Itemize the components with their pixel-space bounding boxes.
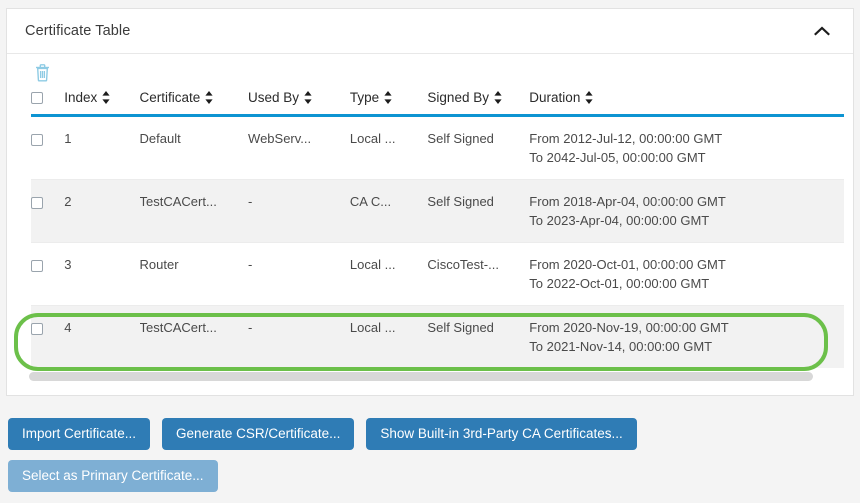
row-select-checkbox[interactable] (31, 196, 43, 209)
column-header-signed-by[interactable]: Signed By (427, 86, 529, 116)
certificate-table: Index Certificate Used By Type Signed By… (31, 86, 844, 368)
cell-used-by: - (248, 320, 253, 335)
table-row[interactable]: 3 Router - Local ... CiscoTest-... From … (31, 243, 844, 306)
sort-arrows-icon (102, 91, 110, 104)
cell-index: 3 (64, 257, 72, 272)
sort-arrows-icon (585, 91, 593, 104)
generate-csr-certificate-button[interactable]: Generate CSR/Certificate... (162, 418, 355, 450)
certificate-table-card: Certificate Table Index Certificate Used… (6, 8, 854, 396)
sort-arrows-icon (304, 91, 312, 104)
row-select-cell (31, 116, 64, 180)
table-row[interactable]: 2 TestCACert... - CA C... Self Signed Fr… (31, 179, 844, 243)
cell-type: Local ... (349, 131, 396, 146)
table-scroll-area: Index Certificate Used By Type Signed By… (7, 86, 844, 368)
cell-index: 1 (64, 131, 72, 146)
duration-from: From 2018-Apr-04, 00:00:00 GMT (529, 194, 726, 209)
duration-to: To 2023-Apr-04, 00:00:00 GMT (529, 213, 710, 228)
action-button-row-primary: Import Certificate... Generate CSR/Certi… (8, 418, 637, 450)
import-certificate-button[interactable]: Import Certificate... (8, 418, 151, 450)
column-header-certificate-label: Certificate (139, 90, 201, 105)
select-all-checkbox[interactable] (31, 92, 43, 105)
duration-from: From 2020-Oct-01, 00:00:00 GMT (529, 257, 726, 272)
page-title: Certificate Table (25, 23, 131, 39)
cell-certificate: TestCACert... (139, 194, 217, 209)
cell-duration: From 2020-Nov-19, 00:00:00 GMT To 2021-N… (529, 306, 844, 369)
page-root: Certificate Table Index Certificate Used… (0, 0, 860, 503)
row-select-cell (31, 180, 64, 243)
cell-duration: From 2020-Oct-01, 00:00:00 GMT To 2022-O… (529, 243, 844, 306)
horizontal-scrollbar-thumb[interactable] (29, 372, 813, 381)
duration-from: From 2020-Nov-19, 00:00:00 GMT (529, 320, 729, 335)
column-header-certificate[interactable]: Certificate (140, 86, 249, 116)
chevron-up-icon[interactable] (809, 18, 835, 44)
row-select-checkbox[interactable] (31, 133, 43, 146)
column-header-duration-label: Duration (529, 90, 581, 105)
card-bottom-padding (7, 381, 853, 395)
duration-to: To 2021-Nov-14, 00:00:00 GMT (529, 339, 713, 354)
cell-signed-by: Self Signed (427, 320, 494, 335)
cell-duration: From 2012-Jul-12, 00:00:00 GMT To 2042-J… (529, 116, 844, 180)
row-select-checkbox[interactable] (31, 322, 43, 335)
column-header-signed-by-label: Signed By (427, 90, 489, 105)
cell-index: 2 (64, 194, 72, 209)
cell-used-by: WebServ... (248, 131, 312, 146)
row-select-cell (31, 306, 64, 369)
column-header-used-by[interactable]: Used By (248, 86, 350, 116)
cell-certificate: Router (139, 257, 179, 272)
column-header-type[interactable]: Type (350, 86, 428, 116)
duration-to: To 2022-Oct-01, 00:00:00 GMT (529, 276, 710, 291)
duration-from: From 2012-Jul-12, 00:00:00 GMT (529, 131, 723, 146)
column-header-type-label: Type (349, 90, 380, 105)
cell-index: 4 (64, 320, 72, 335)
horizontal-scrollbar[interactable] (29, 372, 843, 381)
column-header-index[interactable]: Index (64, 86, 139, 116)
cell-used-by: - (248, 257, 253, 272)
action-button-row-secondary: Select as Primary Certificate... (8, 460, 218, 492)
table-toolbar (7, 54, 853, 86)
sort-arrows-icon (384, 91, 392, 104)
cell-certificate: Default (139, 131, 181, 146)
row-select-checkbox[interactable] (31, 259, 43, 272)
table-header-row: Index Certificate Used By Type Signed By… (31, 86, 844, 116)
cell-certificate: TestCACert... (139, 320, 217, 335)
column-header-used-by-label: Used By (248, 90, 300, 105)
select-all-header (31, 86, 64, 116)
row-select-cell (31, 243, 64, 306)
card-header: Certificate Table (7, 9, 853, 54)
cell-type: Local ... (349, 320, 396, 335)
table-row[interactable]: 1 Default WebServ... Local ... Self Sign… (31, 116, 844, 180)
table-row[interactable]: 4 TestCACert... - Local ... Self Signed … (31, 305, 844, 369)
show-builtin-ca-certificates-button[interactable]: Show Built-in 3rd-Party CA Certificates.… (366, 418, 637, 450)
cell-type: Local ... (349, 257, 396, 272)
table-body: 1 Default WebServ... Local ... Self Sign… (31, 116, 844, 369)
cell-signed-by: Self Signed (427, 194, 494, 209)
cell-signed-by: CiscoTest-... (427, 257, 499, 272)
cell-type: CA C... (349, 194, 392, 209)
trash-icon[interactable] (31, 60, 53, 84)
column-header-index-label: Index (64, 90, 98, 105)
duration-to: To 2042-Jul-05, 00:00:00 GMT (529, 150, 706, 165)
table-header: Index Certificate Used By Type Signed By… (31, 86, 844, 116)
select-as-primary-certificate-button[interactable]: Select as Primary Certificate... (8, 460, 218, 492)
column-header-duration[interactable]: Duration (529, 86, 844, 116)
sort-arrows-icon (494, 91, 502, 104)
cell-used-by: - (248, 194, 253, 209)
cell-duration: From 2018-Apr-04, 00:00:00 GMT To 2023-A… (529, 180, 844, 243)
sort-arrows-icon (205, 91, 213, 104)
cell-signed-by: Self Signed (427, 131, 494, 146)
